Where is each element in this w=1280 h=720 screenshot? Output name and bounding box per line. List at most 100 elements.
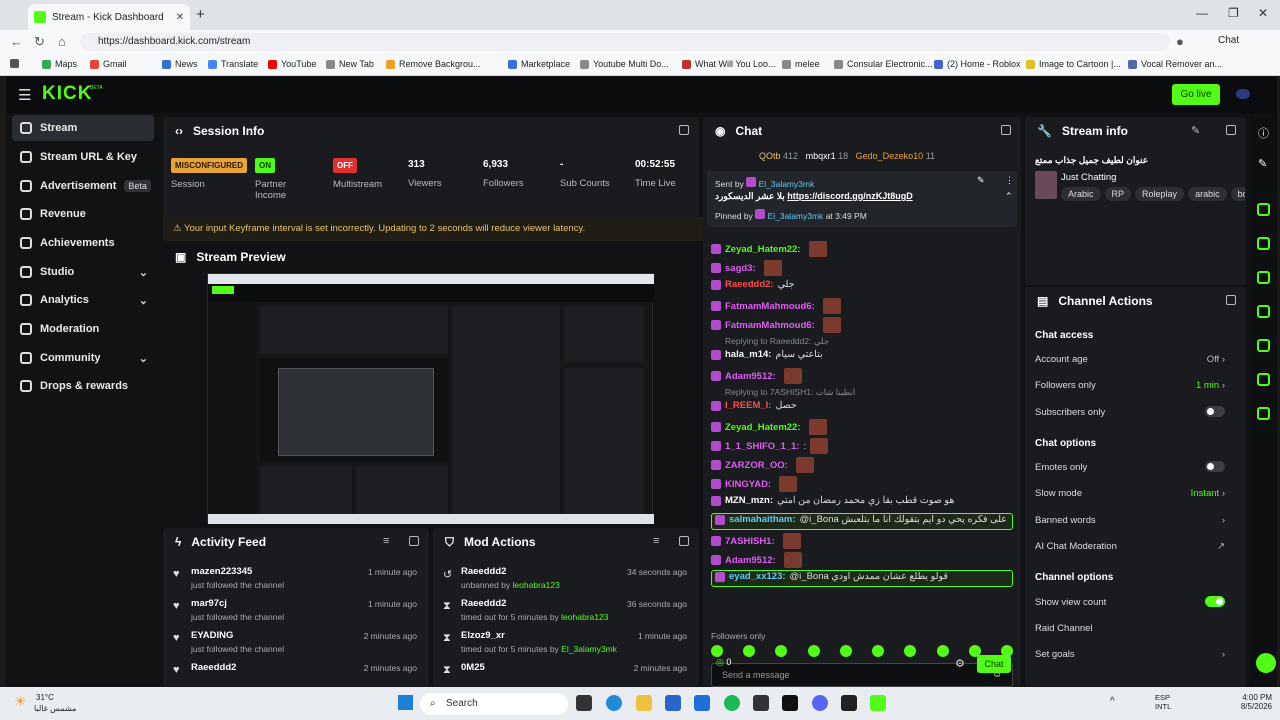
chat-username[interactable]: 7ASHISH1: <box>725 536 775 547</box>
chat-username[interactable]: Raeeddd2: <box>725 279 774 290</box>
show-view-count-toggle[interactable] <box>1205 596 1225 607</box>
discord-icon[interactable] <box>812 695 828 711</box>
emote-icon[interactable] <box>839 645 852 657</box>
chat-message[interactable]: eyad_xx123: @i_Bona قولو يطلع عشان ممدش ا… <box>715 571 948 582</box>
lock-icon[interactable] <box>753 695 769 711</box>
chat-username[interactable]: 1_1_SHIFO_1_1: <box>725 441 799 452</box>
filter-icon[interactable]: ≡ <box>383 535 389 547</box>
new-tab-button[interactable]: + <box>196 6 205 23</box>
tag[interactable]: bor <box>1230 187 1245 201</box>
go-live-button[interactable]: Go live <box>1172 84 1220 105</box>
windows-start-icon[interactable] <box>398 695 413 710</box>
emote-icon[interactable] <box>872 645 885 657</box>
chat-username[interactable]: FatmamMahmoud6: <box>725 320 815 331</box>
wrench-icon[interactable] <box>1257 407 1270 420</box>
banned-words-row[interactable]: Banned words › <box>1035 515 1225 526</box>
bookmark-news[interactable]: News <box>162 59 198 69</box>
chat-username[interactable]: eyad_xx123: <box>729 571 786 582</box>
tag[interactable]: arabic <box>1188 187 1227 201</box>
sidebar-item-stream-url[interactable]: Stream URL & Key <box>12 144 154 170</box>
sidebar-item-revenue[interactable]: Revenue <box>12 201 154 227</box>
close-window-button[interactable]: ✕ <box>1258 6 1268 20</box>
sidebar-item-analytics[interactable]: Analytics ⌄ <box>12 287 154 313</box>
popout-icon[interactable] <box>1226 125 1236 135</box>
chat-username[interactable]: Zeyad_Hatem22: <box>725 244 801 255</box>
close-tab-icon[interactable]: ✕ <box>176 12 184 23</box>
capcut-icon[interactable] <box>841 695 857 711</box>
sidebar-item-moderation[interactable]: Moderation <box>12 316 154 342</box>
chat-username[interactable]: FatmamMahmoud6: <box>725 301 815 312</box>
chat-username[interactable]: KINGYAD: <box>725 479 771 490</box>
bookmark-melee[interactable]: melee <box>782 59 820 69</box>
popout-icon[interactable] <box>1226 295 1236 305</box>
edit-icon[interactable]: ✎ <box>1191 124 1200 137</box>
chat-username[interactable]: Adam9512: <box>725 555 776 566</box>
followers-only-row[interactable]: Followers only 1 min › <box>1035 380 1225 391</box>
emote-icon[interactable] <box>743 645 756 657</box>
chat-username[interactable]: MZN_mzn: <box>725 495 773 506</box>
chevron-up-icon[interactable]: ⌃ <box>1005 191 1013 202</box>
document-icon[interactable] <box>1257 271 1270 284</box>
back-icon[interactable]: ← <box>10 34 23 49</box>
emote-icon[interactable] <box>936 645 949 657</box>
chat-username[interactable]: hala_m14: <box>725 349 771 360</box>
bookmark-vocal-remover[interactable]: Vocal Remover an... <box>1128 59 1222 69</box>
popout-icon[interactable] <box>1001 125 1011 135</box>
chat-message[interactable]: KINGYAD: <box>711 476 798 492</box>
taskbar-search[interactable]: ⌕ Search <box>420 693 568 715</box>
chat-message[interactable]: I_REEM_I: حصل <box>711 400 797 411</box>
language-indicator[interactable]: ESP INTL <box>1155 693 1171 711</box>
chat-message[interactable]: FatmamMahmoud6: <box>711 298 841 314</box>
bookmark-roblox[interactable]: (2) Home - Roblox <box>934 59 1021 69</box>
subscribers-only-toggle[interactable] <box>1205 406 1225 417</box>
chat-message[interactable]: hala_m14: بتاعتي سيام <box>711 349 823 360</box>
bookmark-apps-icon[interactable] <box>10 59 19 68</box>
chat-message[interactable]: Raeeddd2: جلي <box>711 279 795 290</box>
chat-settings-icon[interactable]: ⚙ <box>955 657 965 670</box>
info-icon[interactable]: ⓘ <box>1258 125 1269 141</box>
tag[interactable]: Roleplay <box>1135 187 1185 201</box>
ai-moderation-row[interactable]: AI Chat Moderation ↗ <box>1035 541 1225 552</box>
help-icon[interactable] <box>1256 653 1276 673</box>
chat-message[interactable]: Zeyad_Hatem22: <box>711 419 827 435</box>
kick-logo[interactable]: KICK <box>42 83 92 105</box>
tool-icon[interactable] <box>1257 203 1270 216</box>
sidebar-item-advertisement[interactable]: Advertisement Beta <box>12 173 154 199</box>
emote-icon[interactable] <box>807 645 820 657</box>
pin-icon[interactable]: ✎ <box>977 175 985 186</box>
bookmark-translate[interactable]: Translate <box>208 59 258 69</box>
chat-message[interactable]: 7ASHISH1: <box>711 533 801 549</box>
bookmark-youtube[interactable]: YouTube <box>268 59 316 69</box>
bookmark-cartoon[interactable]: Image to Cartoon |... <box>1026 59 1121 69</box>
chat-username[interactable]: I_REEM_I: <box>725 400 771 411</box>
home-icon[interactable]: ⌂ <box>58 34 66 49</box>
chat-send-button[interactable]: Chat <box>977 655 1011 673</box>
sidebar-item-stream[interactable]: Stream <box>12 115 154 141</box>
chat-message[interactable]: Zeyad_Hatem22: <box>711 241 827 257</box>
chat-message[interactable]: MZN_mzn: هو صوت قطب بقا زي محمد رمضان من … <box>711 495 954 506</box>
refresh-icon[interactable]: ↻ <box>34 34 45 50</box>
emote-icon[interactable] <box>711 645 723 657</box>
chat-message[interactable]: salmahaitham: @i_Bona على فكره يحي دو ايم… <box>715 514 1007 525</box>
profile-avatar[interactable]: ● <box>1176 34 1184 49</box>
raid-channel-row[interactable]: Raid Channel <box>1035 623 1225 634</box>
bookmark-maps[interactable]: Maps <box>42 59 77 69</box>
edge-icon[interactable] <box>606 695 622 711</box>
filter-icon[interactable]: ≡ <box>653 535 659 547</box>
kick-app-icon[interactable] <box>870 695 886 711</box>
bookmark-new-tab[interactable]: New Tab <box>326 59 374 69</box>
bookmark-consular[interactable]: Consular Electronic... <box>834 59 933 69</box>
set-goals-row[interactable]: Set goals › <box>1035 649 1225 660</box>
popout-icon[interactable] <box>679 536 689 546</box>
list-icon[interactable] <box>1257 373 1270 386</box>
user-avatar[interactable] <box>1236 89 1250 99</box>
code-icon[interactable] <box>1257 339 1270 352</box>
menu-icon[interactable]: ☰ <box>18 86 31 104</box>
chat-username[interactable]: sagd3: <box>725 263 756 274</box>
spotify-icon[interactable] <box>724 695 740 711</box>
emote-icon[interactable] <box>904 645 917 657</box>
chat-message[interactable]: FatmamMahmoud6: <box>711 317 841 333</box>
pinned-discord-link[interactable]: https://discord.gg/nzKJt8ugD <box>787 191 913 201</box>
chat-message[interactable]: 1_1_SHIFO_1_1:: <box>711 438 829 454</box>
bookmark-gmail[interactable]: Gmail <box>90 59 127 69</box>
